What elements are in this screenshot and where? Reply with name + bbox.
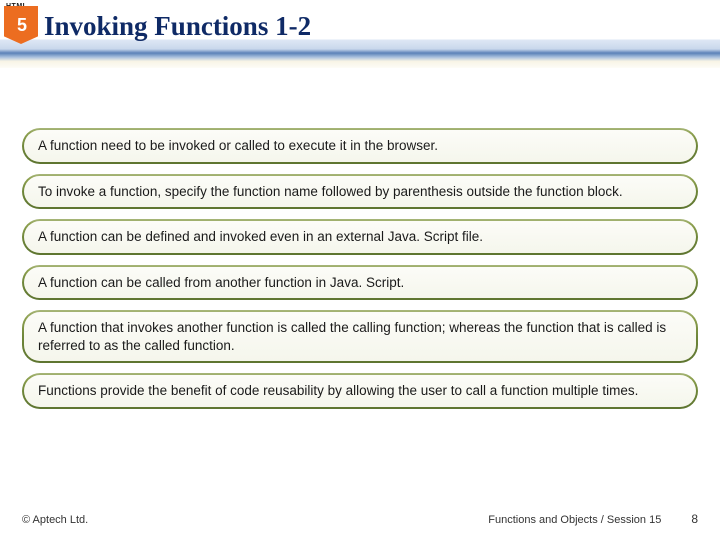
bullet-item: A function can be defined and invoked ev… bbox=[22, 219, 698, 255]
footer-copyright: © Aptech Ltd. bbox=[22, 514, 88, 526]
shield-icon: 5 bbox=[4, 6, 38, 44]
logo-number: 5 bbox=[17, 15, 25, 36]
bullet-text: A function can be called from another fu… bbox=[24, 267, 696, 299]
bullet-text: Functions provide the benefit of code re… bbox=[24, 375, 696, 407]
bullet-text: A function can be defined and invoked ev… bbox=[24, 221, 696, 253]
slide-content: A function need to be invoked or called … bbox=[0, 68, 720, 409]
html5-logo: HTML 5 bbox=[4, 6, 38, 46]
bullet-text: A function that invokes another function… bbox=[24, 312, 696, 361]
slide-title: Invoking Functions 1-2 bbox=[44, 11, 311, 42]
slide-header: HTML 5 Invoking Functions 1-2 bbox=[0, 0, 720, 68]
bullet-item: A function can be called from another fu… bbox=[22, 265, 698, 301]
bullet-item: Functions provide the benefit of code re… bbox=[22, 373, 698, 409]
slide-footer: © Aptech Ltd. Functions and Objects / Se… bbox=[0, 512, 720, 526]
footer-page-number: 8 bbox=[691, 512, 698, 526]
footer-session: Functions and Objects / Session 15 bbox=[88, 514, 691, 526]
title-row: HTML 5 Invoking Functions 1-2 bbox=[0, 0, 720, 46]
bullet-item: A function that invokes another function… bbox=[22, 310, 698, 363]
bullet-text: To invoke a function, specify the functi… bbox=[24, 176, 696, 208]
bullet-item: A function need to be invoked or called … bbox=[22, 128, 698, 164]
bullet-text: A function need to be invoked or called … bbox=[24, 130, 696, 162]
bullet-item: To invoke a function, specify the functi… bbox=[22, 174, 698, 210]
